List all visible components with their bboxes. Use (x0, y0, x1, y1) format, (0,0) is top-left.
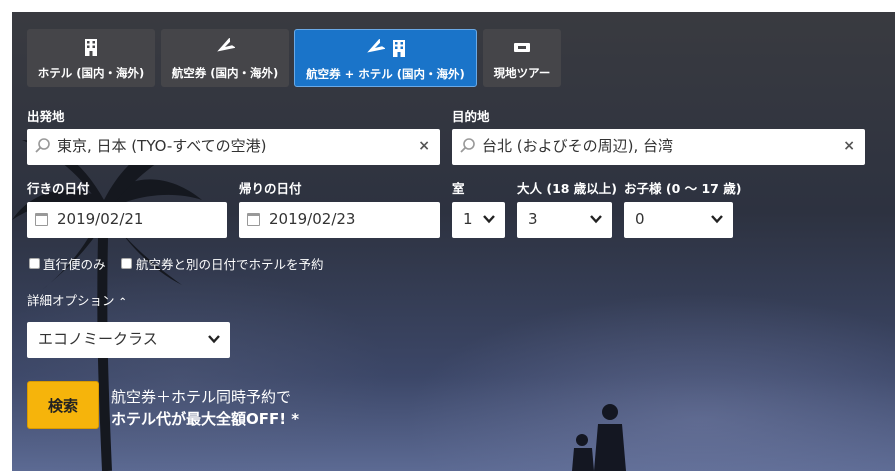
tab-tours[interactable]: 現地ツアー (483, 29, 561, 87)
rooms-select[interactable]: 1 (452, 202, 505, 238)
origin-value: 東京, 日本 (TYO-すべての空港) (57, 137, 267, 155)
chevron-down-icon (208, 335, 220, 344)
building-icon (27, 38, 155, 58)
search-icon (460, 138, 475, 153)
origin-input[interactable]: 東京, 日本 (TYO-すべての空港) × (27, 129, 440, 165)
ticket-icon (483, 38, 561, 58)
tab-flight[interactable]: 航空券 (国内・海外) (161, 29, 289, 87)
promo-line-2: ホテル代が最大全額OFF! * (111, 410, 300, 428)
clear-origin-icon[interactable]: × (418, 129, 430, 164)
depart-date-value: 2019/02/21 (57, 210, 144, 228)
adults-value: 3 (528, 210, 538, 228)
children-value: 0 (635, 210, 645, 228)
calendar-icon (247, 213, 260, 226)
chevron-down-icon (711, 215, 723, 224)
rooms-value: 1 (463, 210, 473, 228)
calendar-icon (35, 213, 48, 226)
rooms-label: 室 (452, 181, 465, 196)
destination-label: 目的地 (452, 109, 490, 124)
destination-input[interactable]: 台北 (およびその周辺), 台湾 × (452, 129, 865, 165)
return-label: 帰りの日付 (239, 181, 302, 196)
cabin-class-select[interactable]: エコノミークラス (27, 322, 230, 358)
chevron-up-icon: ⌃ (118, 297, 127, 308)
search-icon (35, 138, 50, 153)
cabin-class-value: エコノミークラス (38, 330, 158, 348)
page-border-top (0, 0, 895, 12)
tab-tours-label: 現地ツアー (493, 66, 551, 80)
tab-hotel[interactable]: ホテル (国内・海外) (27, 29, 155, 87)
tab-hotel-label: ホテル (国内・海外) (37, 66, 145, 80)
clear-destination-icon[interactable]: × (843, 129, 855, 164)
return-date-input[interactable]: 2019/02/23 (239, 202, 440, 238)
page-border-left (0, 0, 12, 471)
separate-dates-label: 航空券と別の日付でホテルを予約 (136, 257, 324, 272)
depart-label: 行きの日付 (27, 181, 90, 196)
separate-dates-checkbox[interactable] (121, 258, 132, 269)
tab-flight-hotel[interactable]: 航空券 + ホテル (国内・海外) (294, 29, 477, 87)
search-button[interactable]: 検索 (27, 381, 99, 429)
chevron-down-icon (590, 215, 602, 224)
direct-only-checkbox[interactable] (29, 258, 40, 269)
advanced-options-label: 詳細オプション (27, 293, 115, 308)
adults-select[interactable]: 3 (517, 202, 612, 238)
depart-date-input[interactable]: 2019/02/21 (27, 202, 227, 238)
promo-line-1: 航空券＋ホテル同時予約で (111, 388, 292, 406)
plane-building-icon (295, 39, 476, 59)
return-date-value: 2019/02/23 (269, 210, 356, 228)
children-label: お子様 (0 〜 17 歳) (624, 181, 742, 196)
tab-flight-label: 航空券 (国内・海外) (171, 66, 279, 80)
tab-flight-hotel-label: 航空券 + ホテル (国内・海外) (306, 67, 465, 81)
destination-value: 台北 (およびその周辺), 台湾 (482, 137, 674, 155)
plane-icon (161, 38, 289, 58)
chevron-down-icon (483, 215, 495, 224)
children-select[interactable]: 0 (624, 202, 733, 238)
direct-only-label: 直行便のみ (43, 257, 106, 272)
advanced-options-toggle[interactable]: 詳細オプション ⌃ (27, 290, 127, 309)
adults-label: 大人 (18 歳以上) (517, 181, 618, 196)
people-silhouette (572, 404, 626, 471)
origin-label: 出発地 (27, 109, 65, 124)
